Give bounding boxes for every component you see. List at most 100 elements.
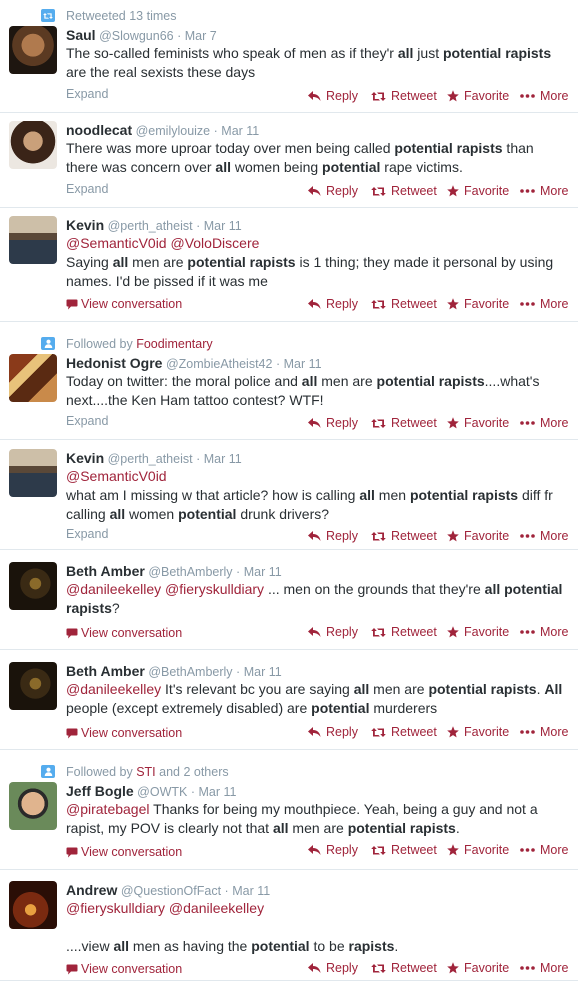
view-conversation-link[interactable]: View conversation <box>66 625 182 641</box>
reply-button[interactable]: Reply <box>308 960 358 976</box>
text-segment: ....view <box>66 938 114 954</box>
retweet-button[interactable]: Retweet <box>371 415 437 431</box>
more-button[interactable]: More <box>520 624 568 640</box>
expand-link[interactable]: Expand <box>66 526 108 542</box>
avatar[interactable] <box>9 121 57 169</box>
favorite-button[interactable]: Favorite <box>447 415 509 431</box>
tweet-timestamp[interactable]: Mar 11 <box>204 219 242 233</box>
user-fullname[interactable]: Beth Amber <box>66 663 145 679</box>
tweet-timestamp[interactable]: Mar 11 <box>204 452 242 466</box>
retweet-button[interactable]: Retweet <box>371 183 437 199</box>
mention-link[interactable]: @danileekelley <box>66 681 161 697</box>
expand-link[interactable]: Expand <box>66 413 108 429</box>
retweet-button[interactable]: Retweet <box>371 296 437 312</box>
user-handle[interactable]: @ZombieAtheist42 <box>166 357 273 371</box>
avatar[interactable] <box>9 881 57 929</box>
user-handle[interactable]: @emilylouize <box>136 124 211 138</box>
tweet-timestamp[interactable]: Mar 11 <box>284 357 322 371</box>
user-fullname[interactable]: Andrew <box>66 882 117 898</box>
view-conversation-link[interactable]: View conversation <box>66 844 182 860</box>
tweet-timestamp[interactable]: Mar 11 <box>244 665 282 679</box>
tweet-timestamp[interactable]: Mar 11 <box>232 884 270 898</box>
expand-link[interactable]: Expand <box>66 86 108 102</box>
favorite-button[interactable]: Favorite <box>447 528 509 544</box>
reply-button[interactable]: Reply <box>308 528 358 544</box>
more-button[interactable]: More <box>520 415 568 431</box>
tweet: noodlecat @emilylouize · Mar 11 There was… <box>0 113 578 208</box>
user-handle[interactable]: @Slowgun66 <box>99 29 174 43</box>
user-handle[interactable]: @OWTK <box>137 785 187 799</box>
mention-link[interactable]: @danileekelley <box>169 900 264 916</box>
user-handle[interactable]: @QuestionOfFact <box>121 884 221 898</box>
user-handle[interactable]: @perth_atheist <box>108 219 193 233</box>
context-link[interactable]: Foodimentary <box>136 337 212 351</box>
view-conversation-label: View conversation <box>81 726 183 740</box>
avatar[interactable] <box>9 782 57 830</box>
retweet-button[interactable]: Retweet <box>371 842 437 858</box>
user-fullname[interactable]: Hedonist Ogre <box>66 355 162 371</box>
tweet-timestamp[interactable]: Mar 11 <box>199 785 237 799</box>
mention-link[interactable]: @danileekelley <box>66 581 161 597</box>
tweet-timestamp[interactable]: Mar 11 <box>244 565 282 579</box>
more-button[interactable]: More <box>520 960 568 976</box>
avatar[interactable] <box>9 449 57 497</box>
reply-button[interactable]: Reply <box>308 842 358 858</box>
user-handle[interactable]: @perth_atheist <box>108 452 193 466</box>
retweet-button[interactable]: Retweet <box>371 624 437 640</box>
reply-button[interactable]: Reply <box>308 296 358 312</box>
retweet-button[interactable]: Retweet <box>371 960 437 976</box>
avatar[interactable] <box>9 562 57 610</box>
avatar[interactable] <box>9 662 57 710</box>
more-button[interactable]: More <box>520 724 568 740</box>
more-button[interactable]: More <box>520 88 568 104</box>
favorite-label: Favorite <box>464 184 510 198</box>
mention-link[interactable]: @piratebagel <box>66 801 150 817</box>
expand-link[interactable]: Expand <box>66 181 108 197</box>
reply-button[interactable]: Reply <box>308 624 358 640</box>
follower-icon <box>41 337 55 350</box>
avatar[interactable] <box>9 26 57 74</box>
user-fullname[interactable]: Saul <box>66 27 96 43</box>
highlighted-term: all <box>215 159 231 175</box>
favorite-button[interactable]: Favorite <box>447 183 509 199</box>
view-conversation-link[interactable]: View conversation <box>66 961 182 977</box>
favorite-button[interactable]: Favorite <box>447 88 509 104</box>
mention-link[interactable]: @fieryskulldiary <box>165 581 264 597</box>
context-link[interactable]: STI <box>136 765 155 779</box>
reply-button[interactable]: Reply <box>308 724 358 740</box>
avatar[interactable] <box>9 354 57 402</box>
mention-link[interactable]: @SemanticV0id <box>66 468 167 484</box>
user-fullname[interactable]: Kevin <box>66 217 104 233</box>
user-fullname[interactable]: Beth Amber <box>66 563 145 579</box>
user-fullname[interactable]: Jeff Bogle <box>66 783 134 799</box>
more-button[interactable]: More <box>520 528 568 544</box>
more-button[interactable]: More <box>520 842 568 858</box>
tweet-timestamp[interactable]: Mar 7 <box>185 29 217 43</box>
favorite-button[interactable]: Favorite <box>447 842 509 858</box>
favorite-button[interactable]: Favorite <box>447 296 509 312</box>
mention-link[interactable]: @fieryskulldiary <box>66 900 165 916</box>
favorite-button[interactable]: Favorite <box>447 624 509 640</box>
tweet: Followed by STI and 2 others Jeff Bogle @… <box>0 750 578 870</box>
reply-button[interactable]: Reply <box>308 88 358 104</box>
user-handle[interactable]: @BethAmberly <box>148 565 232 579</box>
user-fullname[interactable]: Kevin <box>66 450 104 466</box>
view-conversation-link[interactable]: View conversation <box>66 725 182 741</box>
reply-button[interactable]: Reply <box>308 183 358 199</box>
user-handle[interactable]: @BethAmberly <box>148 665 232 679</box>
user-fullname[interactable]: noodlecat <box>66 122 132 138</box>
favorite-button[interactable]: Favorite <box>447 724 509 740</box>
avatar[interactable] <box>9 216 57 264</box>
tweet-timestamp[interactable]: Mar 11 <box>221 124 259 138</box>
reply-button[interactable]: Reply <box>308 415 358 431</box>
retweet-button[interactable]: Retweet <box>371 724 437 740</box>
more-button[interactable]: More <box>520 183 568 199</box>
more-button[interactable]: More <box>520 296 568 312</box>
view-conversation-label: View conversation <box>81 962 183 976</box>
retweet-button[interactable]: Retweet <box>371 528 437 544</box>
mention-link[interactable]: @VoloDiscere <box>170 235 259 251</box>
view-conversation-link[interactable]: View conversation <box>66 296 182 312</box>
mention-link[interactable]: @SemanticV0id <box>66 235 167 251</box>
retweet-button[interactable]: Retweet <box>371 88 437 104</box>
favorite-button[interactable]: Favorite <box>447 960 509 976</box>
